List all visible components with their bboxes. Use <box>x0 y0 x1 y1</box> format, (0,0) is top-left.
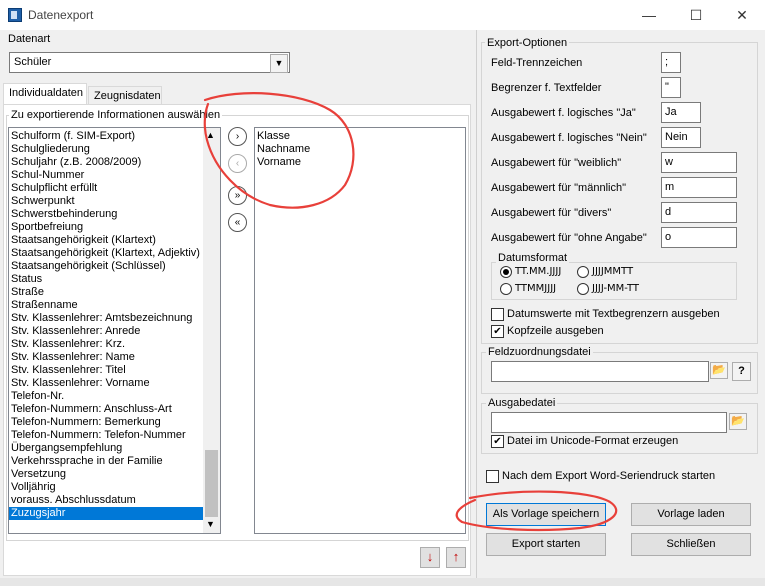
annotation-overlay <box>203 92 618 532</box>
annotation-circle-save <box>455 490 618 532</box>
annotation-circle-fields <box>203 92 355 209</box>
